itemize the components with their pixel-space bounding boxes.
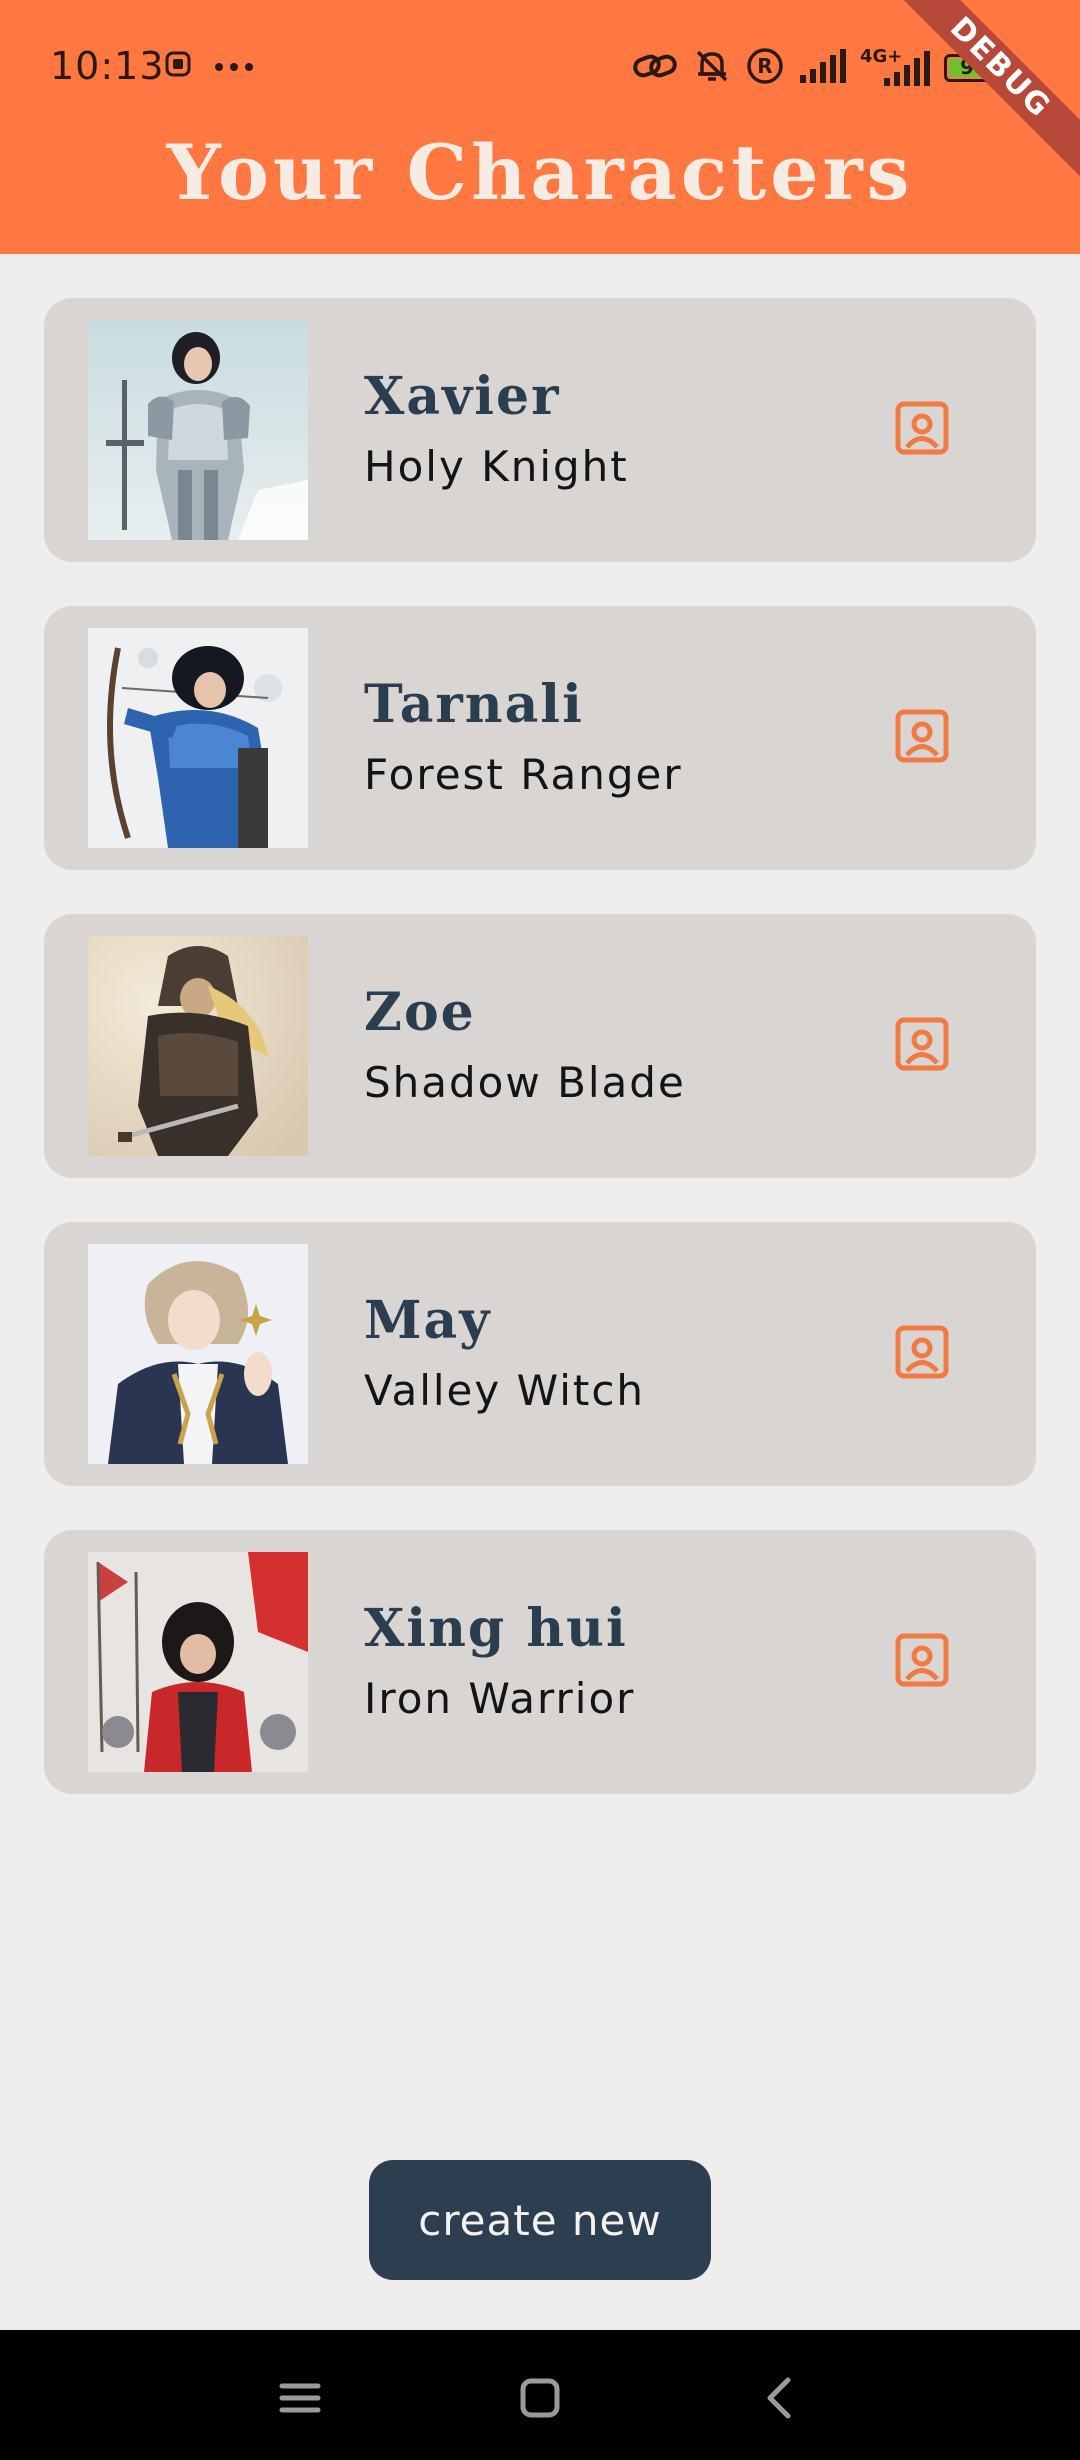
character-portrait-image — [88, 936, 308, 1156]
svg-text:R: R — [757, 54, 772, 78]
app-header: 10:13 R 4G+ Your Characters DEBUG — [0, 0, 1080, 254]
network-type-icon: 4G+ — [860, 46, 930, 88]
character-card-may[interactable]: May Valley Witch — [44, 1222, 1036, 1486]
character-class: Holy Knight — [364, 442, 629, 491]
more-notifications-icon — [214, 57, 254, 76]
character-name: Xing hui — [364, 1598, 628, 1659]
signal-strength-icon — [798, 49, 846, 87]
character-portrait-image — [88, 1244, 308, 1464]
character-card-xavier[interactable]: Xavier Holy Knight — [44, 298, 1036, 562]
character-card-xing-hui[interactable]: Xing hui Iron Warrior — [44, 1530, 1036, 1794]
portrait-icon[interactable] — [894, 400, 950, 456]
system-navigation-bar — [0, 2330, 1080, 2460]
character-card-zoe[interactable]: Zoe Shadow Blade — [44, 914, 1036, 1178]
back-icon[interactable] — [750, 2368, 810, 2428]
character-name: Zoe — [364, 982, 476, 1043]
page-title: Your Characters — [166, 128, 914, 217]
app-notification-icon — [164, 50, 192, 82]
portrait-icon[interactable] — [894, 708, 950, 764]
mute-bell-icon — [692, 46, 732, 90]
character-portrait-image — [88, 320, 308, 540]
character-portrait-image — [88, 628, 308, 848]
app-root: 10:13 R 4G+ Your Characters DEBUG Xavier… — [0, 0, 1080, 2460]
character-class: Forest Ranger — [364, 750, 683, 799]
create-new-button[interactable]: create new — [369, 2160, 711, 2280]
portrait-icon[interactable] — [894, 1324, 950, 1380]
character-list: Xavier Holy Knight Tarnali Forest Ranger… — [44, 298, 1036, 1838]
character-name: Tarnali — [364, 674, 584, 735]
character-card-tarnali[interactable]: Tarnali Forest Ranger — [44, 606, 1036, 870]
registered-icon: R — [746, 47, 784, 89]
character-portrait-image — [88, 1552, 308, 1772]
character-name: Xavier — [364, 366, 561, 427]
character-class: Valley Witch — [364, 1366, 646, 1415]
status-bar: 10:13 R 4G+ — [0, 0, 1080, 130]
character-class: Shadow Blade — [364, 1058, 686, 1107]
home-icon[interactable] — [510, 2368, 570, 2428]
character-class: Iron Warrior — [364, 1674, 636, 1723]
portrait-icon[interactable] — [894, 1016, 950, 1072]
status-time: 10:13 — [50, 44, 165, 88]
menu-icon[interactable] — [270, 2368, 330, 2428]
character-name: May — [364, 1290, 492, 1351]
portrait-icon[interactable] — [894, 1632, 950, 1688]
link-icon — [632, 49, 678, 87]
